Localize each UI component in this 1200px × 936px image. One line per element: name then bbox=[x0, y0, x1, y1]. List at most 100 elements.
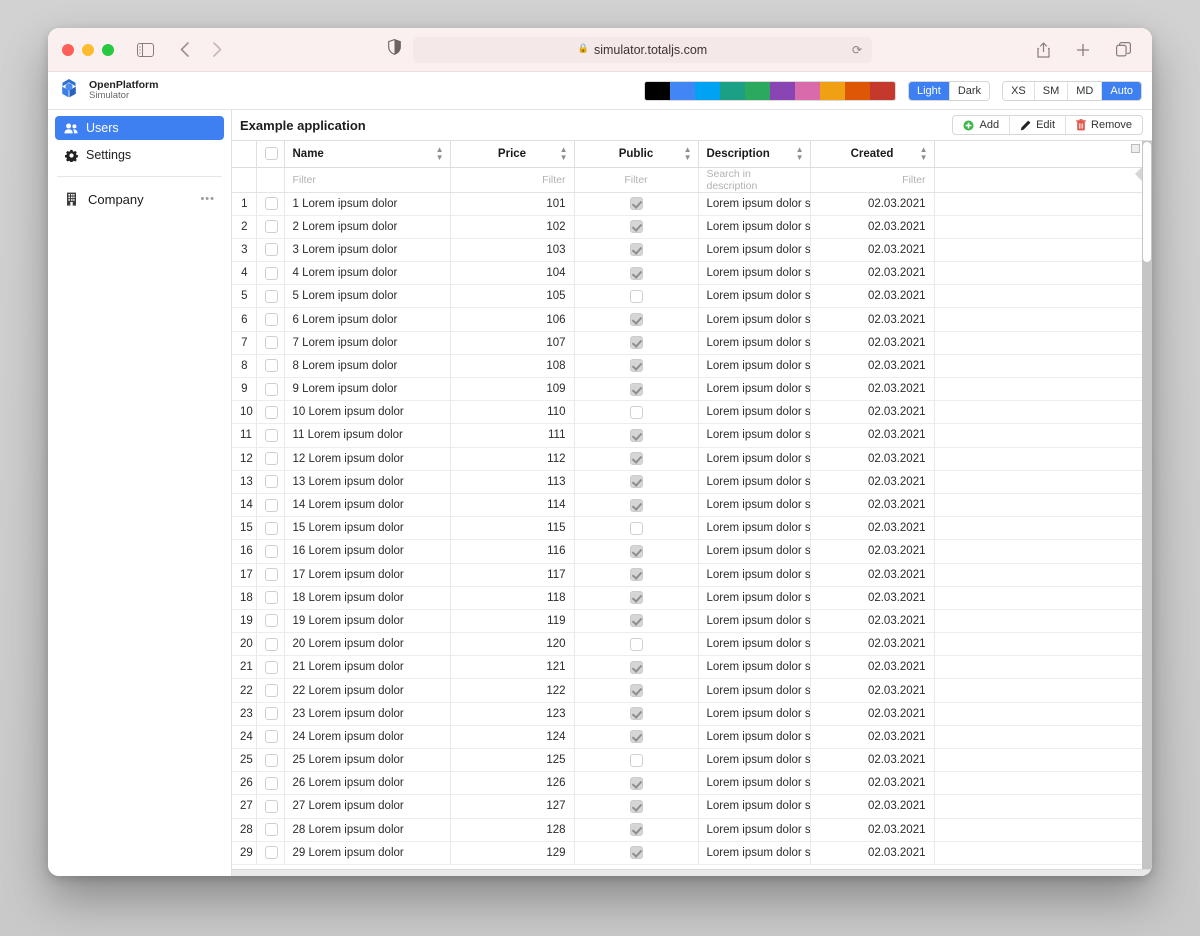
table-row[interactable]: 20 20 Lorem ipsum dolor 120 Lorem ipsum dol… bbox=[232, 632, 1152, 657]
scrollbar-thumb[interactable] bbox=[1143, 142, 1151, 262]
row-checkbox[interactable] bbox=[264, 544, 278, 558]
add-button[interactable]: Add bbox=[953, 116, 1011, 134]
color-swatch-7[interactable] bbox=[819, 81, 845, 100]
color-swatch-5[interactable] bbox=[769, 81, 795, 100]
cell-public[interactable] bbox=[574, 423, 699, 448]
row-select-checkbox-cell[interactable] bbox=[256, 516, 285, 541]
theme-button-group[interactable]: Light Dark bbox=[907, 80, 991, 101]
table-row[interactable]: 18 18 Lorem ipsum dolor 118 Lorem ipsum dol… bbox=[232, 586, 1152, 610]
row-select-checkbox-cell[interactable] bbox=[256, 493, 285, 518]
row-select-checkbox-cell[interactable] bbox=[256, 238, 285, 263]
table-row[interactable]: 4 4 Lorem ipsum dolor 104 Lorem ipsum dolor… bbox=[232, 261, 1152, 286]
table-row[interactable]: 11 11 Lorem ipsum dolor 111 Lorem ipsum dol… bbox=[232, 423, 1152, 448]
table-row[interactable]: 25 25 Lorem ipsum dolor 125 Lorem ipsum dol… bbox=[232, 748, 1152, 773]
row-select-checkbox-cell[interactable] bbox=[256, 841, 285, 865]
action-button-group[interactable]: Add Edit Remove bbox=[952, 115, 1143, 135]
cell-public[interactable] bbox=[574, 307, 699, 332]
table-row[interactable]: 28 28 Lorem ipsum dolor 128 Lorem ipsum dol… bbox=[232, 818, 1152, 842]
sidebar-item-settings[interactable]: Settings bbox=[55, 143, 224, 167]
cell-public[interactable] bbox=[574, 470, 699, 494]
share-icon[interactable] bbox=[1030, 37, 1056, 63]
public-checkbox[interactable] bbox=[629, 197, 643, 211]
row-select-checkbox-cell[interactable] bbox=[256, 470, 285, 494]
table-row[interactable]: 9 9 Lorem ipsum dolor 109 Lorem ipsum dolor… bbox=[232, 377, 1152, 402]
sort-icon[interactable]: ▲ ▼ bbox=[560, 145, 568, 162]
header-public[interactable]: Public ▲ ▼ bbox=[574, 141, 699, 168]
cell-public[interactable] bbox=[574, 841, 699, 865]
cell-public[interactable] bbox=[574, 794, 699, 819]
reload-icon[interactable]: ⟳ bbox=[852, 43, 862, 57]
size-button-sm[interactable]: SM bbox=[1034, 81, 1069, 100]
row-select-checkbox-cell[interactable] bbox=[256, 331, 285, 355]
row-checkbox[interactable] bbox=[264, 289, 278, 303]
row-select-checkbox-cell[interactable] bbox=[256, 725, 285, 750]
table-row[interactable]: 10 10 Lorem ipsum dolor 110 Lorem ipsum dol… bbox=[232, 400, 1152, 425]
public-checkbox[interactable] bbox=[629, 730, 643, 744]
row-select-checkbox-cell[interactable] bbox=[256, 678, 285, 703]
row-select-checkbox-cell[interactable] bbox=[256, 563, 285, 587]
row-select-checkbox-cell[interactable] bbox=[256, 794, 285, 819]
public-checkbox[interactable] bbox=[629, 359, 643, 373]
table-row[interactable]: 15 15 Lorem ipsum dolor 115 Lorem ipsum dol… bbox=[232, 516, 1152, 541]
row-select-checkbox-cell[interactable] bbox=[256, 284, 285, 309]
row-select-checkbox-cell[interactable] bbox=[256, 447, 285, 471]
color-swatch-3[interactable] bbox=[719, 81, 745, 100]
header-description[interactable]: Description ▲ ▼ bbox=[698, 141, 811, 168]
table-row[interactable]: 17 17 Lorem ipsum dolor 117 Lorem ipsum dol… bbox=[232, 563, 1152, 587]
sort-icon[interactable]: ▲ ▼ bbox=[684, 145, 692, 162]
header-created[interactable]: Created ▲ ▼ bbox=[810, 141, 935, 168]
public-checkbox[interactable] bbox=[629, 313, 643, 327]
ellipsis-icon[interactable]: ••• bbox=[200, 193, 215, 205]
color-palette[interactable] bbox=[643, 80, 896, 101]
sidebar-group-company[interactable]: Company ••• bbox=[55, 187, 224, 211]
cell-public[interactable] bbox=[574, 609, 699, 634]
header-name[interactable]: Name ▲ ▼ bbox=[284, 141, 451, 168]
row-select-checkbox-cell[interactable] bbox=[256, 586, 285, 610]
back-arrow-icon[interactable] bbox=[172, 37, 198, 63]
row-select-checkbox-cell[interactable] bbox=[256, 818, 285, 842]
row-checkbox[interactable] bbox=[264, 382, 278, 396]
row-checkbox[interactable] bbox=[264, 776, 278, 790]
row-checkbox[interactable] bbox=[264, 266, 278, 280]
table-row[interactable]: 5 5 Lorem ipsum dolor 105 Lorem ipsum dolor… bbox=[232, 284, 1152, 309]
cell-public[interactable] bbox=[574, 516, 699, 541]
row-checkbox[interactable] bbox=[264, 243, 278, 257]
cell-public[interactable] bbox=[574, 818, 699, 842]
row-select-checkbox-cell[interactable] bbox=[256, 192, 285, 216]
table-row[interactable]: 14 14 Lorem ipsum dolor 114 Lorem ipsum dol… bbox=[232, 493, 1152, 518]
vertical-scrollbar[interactable] bbox=[1142, 141, 1152, 876]
public-checkbox[interactable] bbox=[629, 452, 643, 466]
public-checkbox[interactable] bbox=[629, 544, 643, 558]
row-select-checkbox-cell[interactable] bbox=[256, 307, 285, 332]
cell-public[interactable] bbox=[574, 563, 699, 587]
cell-public[interactable] bbox=[574, 493, 699, 518]
filter-price-input[interactable]: Filter bbox=[450, 167, 575, 193]
row-select-checkbox-cell[interactable] bbox=[256, 423, 285, 448]
cell-public[interactable] bbox=[574, 377, 699, 402]
row-checkbox[interactable] bbox=[264, 359, 278, 373]
cell-public[interactable] bbox=[574, 238, 699, 263]
cell-public[interactable] bbox=[574, 331, 699, 355]
close-window-button[interactable] bbox=[62, 43, 74, 56]
minimize-window-button[interactable] bbox=[82, 43, 94, 56]
sort-icon[interactable]: ▲ ▼ bbox=[796, 145, 804, 162]
cell-public[interactable] bbox=[574, 354, 699, 379]
public-checkbox[interactable] bbox=[629, 382, 643, 396]
public-checkbox[interactable] bbox=[629, 823, 643, 837]
cell-public[interactable] bbox=[574, 702, 699, 726]
cell-public[interactable] bbox=[574, 261, 699, 286]
forward-arrow-icon[interactable] bbox=[204, 37, 230, 63]
cell-public[interactable] bbox=[574, 748, 699, 773]
table-row[interactable]: 21 21 Lorem ipsum dolor 121 Lorem ipsum dol… bbox=[232, 655, 1152, 680]
row-checkbox[interactable] bbox=[264, 684, 278, 698]
size-button-auto[interactable]: Auto bbox=[1102, 81, 1141, 100]
row-checkbox[interactable] bbox=[264, 730, 278, 744]
panel-resize-handle[interactable] bbox=[1135, 167, 1142, 181]
row-checkbox[interactable] bbox=[264, 405, 278, 419]
size-button-md[interactable]: MD bbox=[1068, 81, 1103, 100]
row-checkbox[interactable] bbox=[264, 521, 278, 535]
table-row[interactable]: 7 7 Lorem ipsum dolor 107 Lorem ipsum dolor… bbox=[232, 331, 1152, 355]
color-swatch-6[interactable] bbox=[794, 81, 820, 100]
table-row[interactable]: 16 16 Lorem ipsum dolor 116 Lorem ipsum dol… bbox=[232, 539, 1152, 564]
table-row[interactable]: 6 6 Lorem ipsum dolor 106 Lorem ipsum dolor… bbox=[232, 307, 1152, 332]
